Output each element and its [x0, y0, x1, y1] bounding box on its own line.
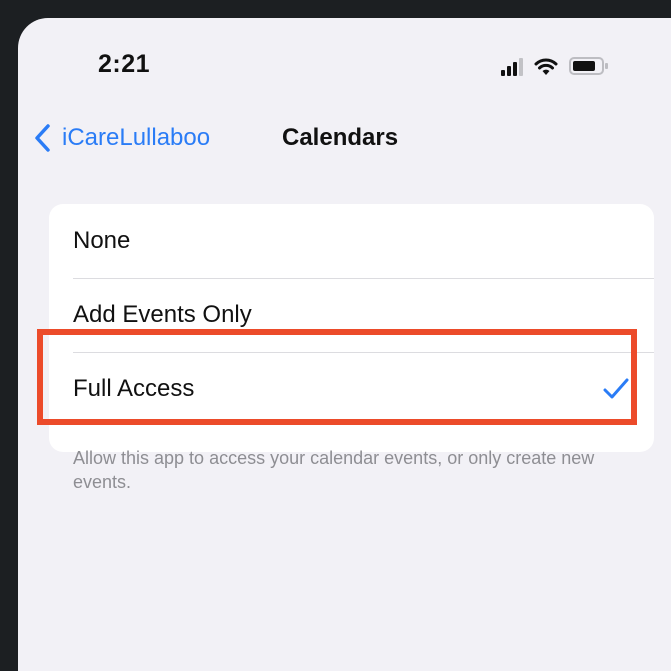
device-frame: 2:21 iCareLullaboo Calendars None Add Ev… [0, 0, 671, 671]
option-full-access[interactable]: Full Access [49, 352, 654, 426]
navigation-bar: iCareLullaboo Calendars [18, 118, 671, 168]
option-none[interactable]: None [49, 204, 654, 278]
phone-screen: 2:21 iCareLullaboo Calendars None Add Ev… [18, 18, 671, 671]
option-label: None [73, 227, 131, 254]
option-add-events-only[interactable]: Add Events Only [49, 278, 654, 352]
footer-description: Allow this app to access your calendar e… [73, 448, 595, 492]
option-label: Add Events Only [73, 301, 252, 328]
option-label: Full Access [73, 375, 195, 402]
back-label: iCareLullaboo [62, 124, 211, 151]
battery-icon [569, 57, 608, 75]
wifi-icon [534, 58, 558, 75]
checkmark-icon [603, 378, 629, 399]
chevron-left-icon [35, 124, 50, 152]
options-list: None Add Events Only Full Access [49, 204, 654, 452]
page-title: Calendars [282, 124, 399, 151]
signal-icon [501, 58, 523, 76]
back-button[interactable]: iCareLullaboo [32, 118, 210, 158]
status-icons [501, 54, 609, 76]
status-bar: 2:21 [18, 18, 671, 108]
status-time: 2:21 [98, 50, 151, 78]
